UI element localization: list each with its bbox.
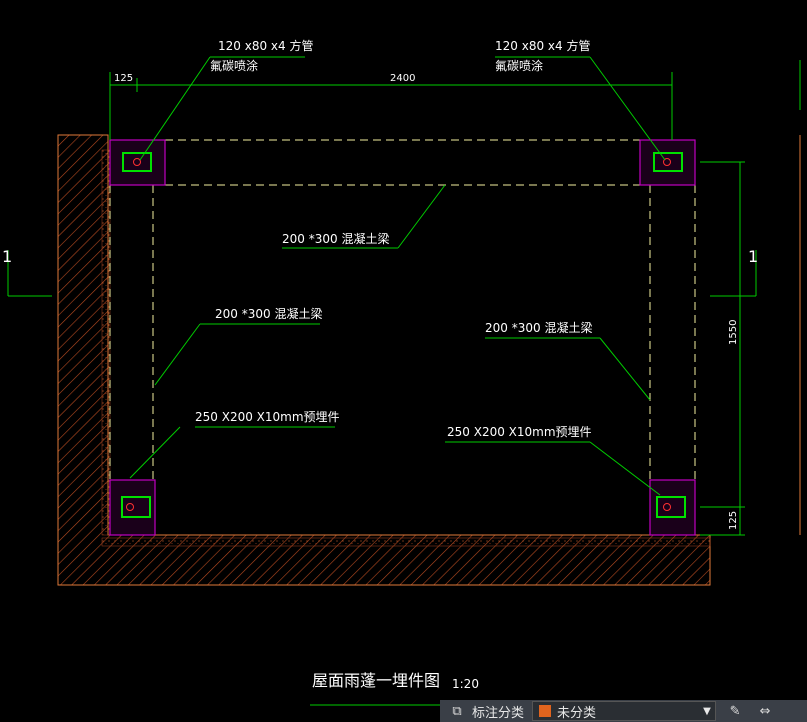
dim-right-small: 125: [728, 511, 739, 530]
annotation-toolbar: ⧉ 标注分类 未分类 ▼ ✎ ⇔: [440, 700, 807, 722]
label-pipe-right: 120 x80 x4 方管: [495, 38, 590, 53]
label-beam-top: 200 *300 混凝土梁: [282, 231, 389, 246]
label-pipe-left: 120 x80 x4 方管: [218, 38, 313, 53]
label-embed-right: 250 X200 X10mm预埋件: [447, 425, 592, 439]
dim-top-span: 2400: [390, 73, 415, 84]
section-mark-left: 1: [2, 247, 12, 266]
category-label: 标注分类: [472, 705, 525, 721]
dim-right-span: 1550: [728, 320, 739, 345]
chevron-down-icon[interactable]: ▼: [699, 706, 715, 717]
label-coating-right: 氟碳喷涂: [495, 58, 543, 73]
drawing-title: 屋面雨蓬一埋件图: [312, 671, 440, 690]
concrete-beams: [109, 139, 696, 480]
more-tools-icon[interactable]: ⇔: [754, 700, 776, 722]
label-coating-left: 氟碳喷涂: [210, 58, 258, 73]
edit-pen-icon[interactable]: ✎: [724, 700, 746, 722]
category-select[interactable]: 未分类 ▼: [532, 701, 717, 721]
cad-drawing-canvas[interactable]: 125 2400 1550 125 1 1 120 x80 x4 方管 氟碳喷涂…: [0, 0, 807, 722]
embed-plate-top-left: [109, 139, 166, 186]
label-beam-right: 200 *300 混凝土梁: [485, 320, 592, 335]
leader-lines: [129, 56, 666, 706]
dimensions: [7, 60, 801, 536]
dim-top-small: 125: [114, 73, 133, 84]
category-value: 未分类: [557, 705, 597, 721]
section-mark-right: 1: [748, 247, 758, 266]
annotation-group-icon[interactable]: ⧉: [446, 700, 468, 722]
category-color-swatch: [539, 705, 552, 717]
embed-plate-bottom-right: [649, 479, 696, 536]
label-beam-left: 200 *300 混凝土梁: [215, 306, 322, 321]
embed-plate-top-right: [639, 139, 696, 186]
embed-plate-bottom-left: [109, 479, 156, 536]
drawing-scale: 1:20: [452, 677, 479, 691]
label-embed-left: 250 X200 X10mm预埋件: [195, 410, 340, 424]
wall-section: [57, 134, 711, 586]
